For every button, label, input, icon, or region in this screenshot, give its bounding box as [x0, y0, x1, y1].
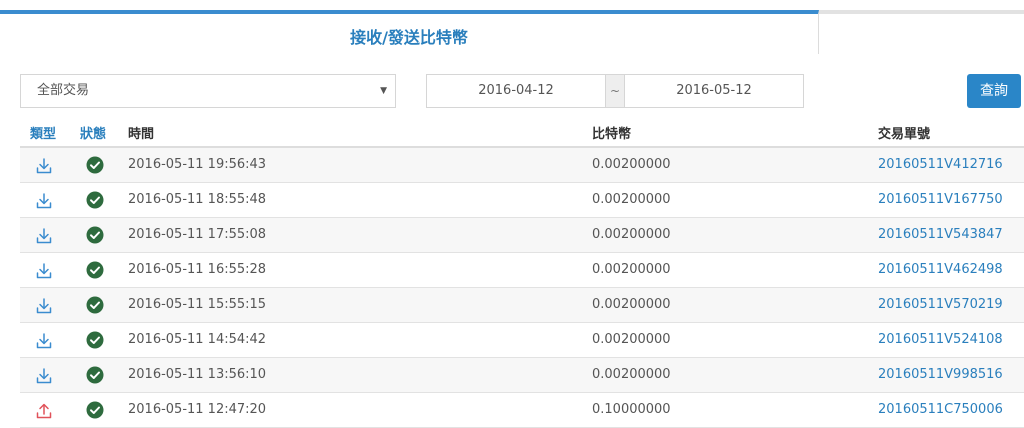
download-icon	[34, 261, 54, 281]
check-circle-icon	[86, 191, 104, 209]
check-circle-icon	[86, 296, 104, 314]
date-range-picker: 2016-04-12 ~ 2016-05-12	[426, 74, 804, 108]
transaction-time: 2016-05-11 19:56:43	[128, 157, 267, 172]
table-row: 2016-05-11 14:54:42 0.00200000 20160511V52…	[20, 323, 1024, 358]
page: 接收/發送比特幣 全部交易 ▼ 2016-04-12 ~ 2016-05-12 …	[0, 0, 1024, 428]
transaction-time: 2016-05-11 16:55:28	[128, 262, 267, 277]
transaction-amount: 0.00200000	[592, 367, 671, 382]
transaction-amount: 0.00200000	[592, 262, 671, 277]
upload-icon	[34, 401, 54, 421]
check-circle-icon	[86, 156, 104, 174]
transactions-table: 類型 狀態 時間 比特幣 交易單號 2016-05-11 19:56:43 0.0…	[20, 116, 1024, 428]
date-range-separator: ~	[605, 75, 625, 107]
header-amount: 比特幣	[592, 127, 632, 142]
transaction-time: 2016-05-11 12:47:20	[128, 402, 267, 417]
search-button[interactable]: 查詢	[967, 74, 1021, 108]
check-circle-icon	[86, 226, 104, 244]
date-to-input[interactable]: 2016-05-12	[625, 75, 803, 107]
table-row: 2016-05-11 19:56:43 0.00200000 20160511V41…	[20, 148, 1024, 183]
download-icon	[34, 331, 54, 351]
download-icon	[34, 156, 54, 176]
caret-down-icon: ▼	[380, 86, 387, 96]
check-circle-icon	[86, 366, 104, 384]
transaction-id-link[interactable]: 20160511V462498	[878, 262, 1003, 277]
transaction-time: 2016-05-11 15:55:15	[128, 297, 267, 312]
transaction-amount: 0.00200000	[592, 192, 671, 207]
transaction-id-link[interactable]: 20160511V167750	[878, 192, 1003, 207]
transaction-amount: 0.00200000	[592, 157, 671, 172]
transaction-amount: 0.10000000	[592, 402, 671, 417]
transaction-id-link[interactable]: 20160511V543847	[878, 227, 1003, 242]
header-status[interactable]: 狀態	[80, 123, 106, 142]
transaction-type-value: 全部交易	[37, 83, 90, 98]
transaction-id-link[interactable]: 20160511C750006	[878, 402, 1003, 417]
header-transaction-id: 交易單號	[878, 127, 931, 142]
header-time: 時間	[128, 127, 155, 142]
table-row: 2016-05-11 15:55:15 0.00200000 20160511V57…	[20, 288, 1024, 323]
table-row: 2016-05-11 12:47:20 0.10000000 20160511C75…	[20, 393, 1024, 428]
transaction-time: 2016-05-11 14:54:42	[128, 332, 267, 347]
table-row: 2016-05-11 16:55:28 0.00200000 20160511V46…	[20, 253, 1024, 288]
transaction-time: 2016-05-11 13:56:10	[128, 367, 267, 382]
table-row: 2016-05-11 18:55:48 0.00200000 20160511V16…	[20, 183, 1024, 218]
table-body: 2016-05-11 19:56:43 0.00200000 20160511V41…	[20, 148, 1024, 428]
header-type[interactable]: 類型	[30, 123, 56, 142]
check-circle-icon	[86, 261, 104, 279]
check-circle-icon	[86, 331, 104, 349]
transaction-amount: 0.00200000	[592, 332, 671, 347]
check-circle-icon	[86, 401, 104, 419]
transaction-id-link[interactable]: 20160511V998516	[878, 367, 1003, 382]
tab-send-receive-bitcoin[interactable]: 接收/發送比特幣	[0, 10, 819, 54]
transaction-time: 2016-05-11 17:55:08	[128, 227, 267, 242]
tab-secondary[interactable]	[819, 10, 1024, 54]
transaction-amount: 0.00200000	[592, 297, 671, 312]
tab-bar: 接收/發送比特幣	[0, 0, 1024, 54]
transaction-amount: 0.00200000	[592, 227, 671, 242]
transaction-id-link[interactable]: 20160511V524108	[878, 332, 1003, 347]
date-from-input[interactable]: 2016-04-12	[427, 75, 605, 107]
transaction-id-link[interactable]: 20160511V412716	[878, 157, 1003, 172]
transaction-type-select[interactable]: 全部交易 ▼	[20, 74, 396, 108]
table-header: 類型 狀態 時間 比特幣 交易單號	[20, 116, 1024, 148]
transaction-time: 2016-05-11 18:55:48	[128, 192, 267, 207]
download-icon	[34, 366, 54, 386]
download-icon	[34, 226, 54, 246]
download-icon	[34, 191, 54, 211]
tab-label: 接收/發送比特幣	[350, 28, 468, 47]
table-row: 2016-05-11 13:56:10 0.00200000 20160511V99…	[20, 358, 1024, 393]
download-icon	[34, 296, 54, 316]
table-row: 2016-05-11 17:55:08 0.00200000 20160511V54…	[20, 218, 1024, 253]
transaction-id-link[interactable]: 20160511V570219	[878, 297, 1003, 312]
